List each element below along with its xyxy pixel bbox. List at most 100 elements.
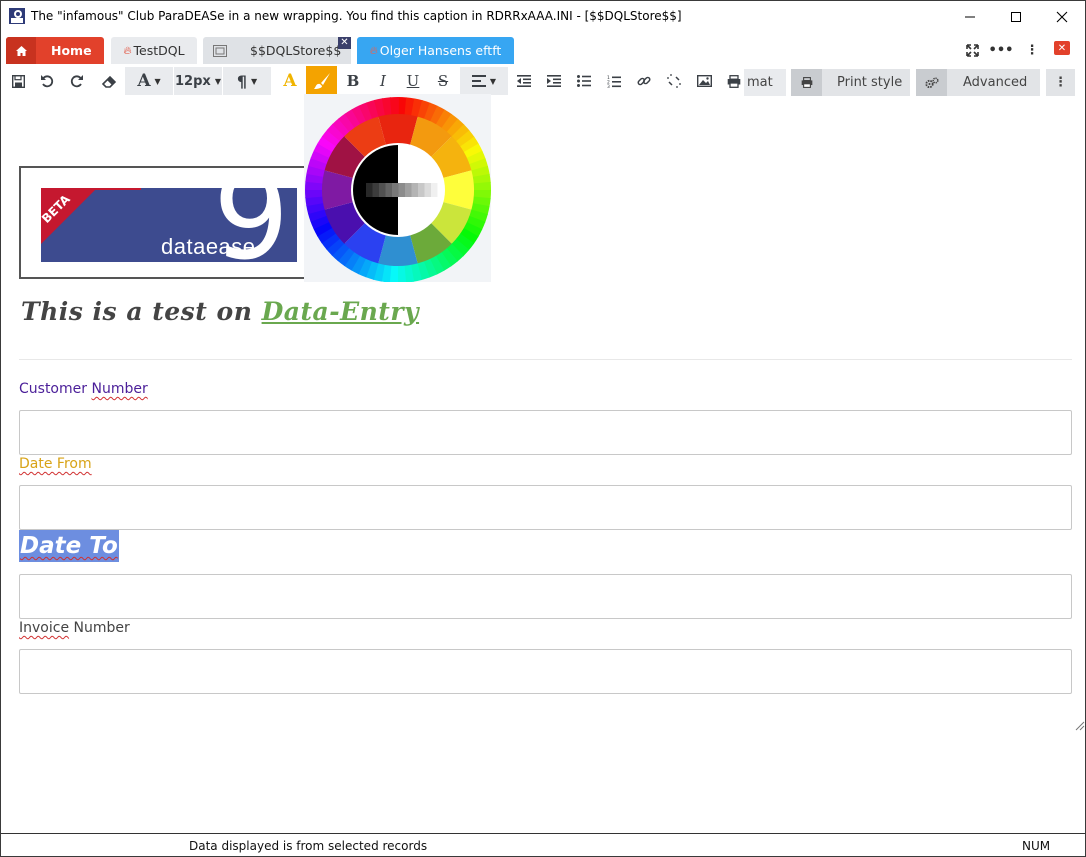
undo-icon xyxy=(41,75,54,88)
tab-testdql[interactable]: 🔥︎ TestDQL xyxy=(111,37,197,64)
print-style-button[interactable]: Print style xyxy=(791,69,910,96)
background-color-button[interactable] xyxy=(306,66,337,96)
gray-swatch[interactable] xyxy=(405,183,412,197)
editor-toolbar: A ▼ 12px ▼ ¶ ▼ A B I U S ▼ 123 mat Print… xyxy=(1,65,1085,97)
logo-text: dataease xyxy=(161,234,256,259)
outdent-button[interactable] xyxy=(512,67,536,95)
paint-brush-icon xyxy=(313,73,330,89)
advanced-button[interactable]: Advanced xyxy=(916,69,1040,96)
color-wheel-swatch[interactable] xyxy=(397,264,407,283)
remove-link-button[interactable] xyxy=(662,67,686,95)
gray-swatch[interactable] xyxy=(424,183,432,197)
close-all-button[interactable]: ✕ xyxy=(1054,41,1070,55)
invoice-number-input[interactable] xyxy=(19,649,1072,694)
save-button[interactable] xyxy=(6,67,30,95)
window-title: The "infamous" Club ParaDEASe in a new w… xyxy=(31,9,682,23)
resize-handle-icon[interactable] xyxy=(1073,719,1085,731)
date-to-input[interactable] xyxy=(19,574,1072,619)
close-window-button[interactable] xyxy=(1039,1,1085,32)
font-size-value: 12px xyxy=(175,73,211,89)
tab-bar: Home 🔥︎ TestDQL $$DQLStore$$ ✕ 🔥︎ Olger … xyxy=(1,33,1085,64)
print-icon xyxy=(727,74,741,88)
caret-down-icon: ▼ xyxy=(154,76,161,86)
image-icon xyxy=(696,75,712,87)
clear-format-button[interactable] xyxy=(95,67,123,95)
indent-icon xyxy=(547,75,561,87)
gray-swatch[interactable] xyxy=(379,183,386,197)
fullscreen-button[interactable] xyxy=(963,42,981,58)
align-button[interactable]: ▼ xyxy=(460,67,508,95)
date-from-input[interactable] xyxy=(19,485,1072,530)
outdent-icon xyxy=(517,75,531,87)
redo-icon xyxy=(70,75,83,88)
list-ul-icon xyxy=(577,75,591,87)
link-icon xyxy=(637,76,651,86)
paragraph-format-button[interactable]: ¶ ▼ xyxy=(223,67,271,95)
date-to-label: Date To xyxy=(19,530,119,562)
bullet-list-button[interactable] xyxy=(572,67,596,95)
print-button[interactable] xyxy=(722,67,746,95)
undo-button[interactable] xyxy=(35,67,59,95)
italic-button[interactable]: I xyxy=(371,67,395,95)
editor-content[interactable]: BETA 9 dataease This is a test on Data-E… xyxy=(1,94,1085,832)
color-picker-popup[interactable] xyxy=(304,94,491,283)
insert-image-button[interactable] xyxy=(692,67,716,95)
gray-swatch[interactable] xyxy=(431,183,438,197)
format-button[interactable]: mat xyxy=(744,69,786,96)
numbered-list-button[interactable]: 123 xyxy=(602,67,626,95)
gray-swatch[interactable] xyxy=(392,183,399,197)
maximize-button[interactable] xyxy=(993,1,1039,32)
color-wheel-swatch[interactable] xyxy=(472,181,491,191)
color-wheel-swatch[interactable] xyxy=(389,97,399,116)
underline-button[interactable]: U xyxy=(401,67,425,95)
expand-icon xyxy=(965,43,979,57)
indent-button[interactable] xyxy=(542,67,566,95)
more-horizontal-button[interactable]: ••• xyxy=(989,42,1014,58)
font-icon: A xyxy=(137,71,151,91)
gray-swatch[interactable] xyxy=(418,183,425,197)
tab-testdql-label: TestDQL xyxy=(133,43,185,58)
print-style-label: Print style xyxy=(837,75,903,90)
app-window: The "infamous" Club ParaDEASe in a new w… xyxy=(0,0,1086,857)
redo-button[interactable] xyxy=(65,67,89,95)
close-icon: ✕ xyxy=(1057,42,1067,54)
align-left-icon xyxy=(471,75,486,87)
gray-swatch[interactable] xyxy=(366,183,373,197)
print-icon xyxy=(791,69,822,96)
font-family-button[interactable]: A ▼ xyxy=(125,67,173,95)
customer-number-input[interactable] xyxy=(19,410,1072,455)
text-color-button[interactable]: A xyxy=(278,67,302,95)
bold-button[interactable]: B xyxy=(341,67,365,95)
close-tab-icon[interactable]: ✕ xyxy=(338,37,351,49)
toolbar-more-button[interactable]: ⋮ xyxy=(1046,69,1075,96)
gray-swatch[interactable] xyxy=(372,183,380,197)
status-bar: Data displayed is from selected records … xyxy=(1,833,1085,856)
tab-dqlstore[interactable]: $$DQLStore$$ ✕ xyxy=(203,37,351,64)
minimize-button[interactable] xyxy=(947,1,993,32)
dots-vertical-icon: ⋮ xyxy=(1025,42,1039,58)
font-size-select[interactable]: 12px ▼ xyxy=(174,67,222,95)
customer-number-label: Customer Number xyxy=(19,381,148,397)
eraser-icon xyxy=(101,75,116,88)
title-bar: The "infamous" Club ParaDEASe in a new w… xyxy=(1,1,1085,32)
color-wheel[interactable] xyxy=(304,94,491,283)
gray-swatch[interactable] xyxy=(385,183,393,197)
more-vertical-button[interactable]: ⋮ xyxy=(1023,42,1041,58)
strikethrough-button[interactable]: S xyxy=(431,67,455,95)
date-from-label: Date From xyxy=(19,456,92,472)
fire-icon: 🔥︎ xyxy=(123,43,132,57)
color-wheel-swatch[interactable] xyxy=(305,189,324,199)
gray-swatch[interactable] xyxy=(411,183,419,197)
list-ol-icon: 123 xyxy=(607,75,621,88)
tab-home[interactable]: Home xyxy=(6,37,104,64)
heading-prefix: This is a test on xyxy=(21,297,262,326)
home-icon xyxy=(6,37,36,64)
format-label: mat xyxy=(747,75,773,90)
gray-swatch[interactable] xyxy=(398,183,406,197)
caret-down-icon: ▼ xyxy=(214,76,221,86)
dots-horizontal-icon: ••• xyxy=(988,42,1014,58)
gears-icon xyxy=(916,69,947,96)
logo-frame: BETA 9 dataease xyxy=(19,166,309,279)
tab-olger[interactable]: 🔥︎ Olger Hansens eftft xyxy=(357,37,514,64)
insert-link-button[interactable] xyxy=(632,67,656,95)
